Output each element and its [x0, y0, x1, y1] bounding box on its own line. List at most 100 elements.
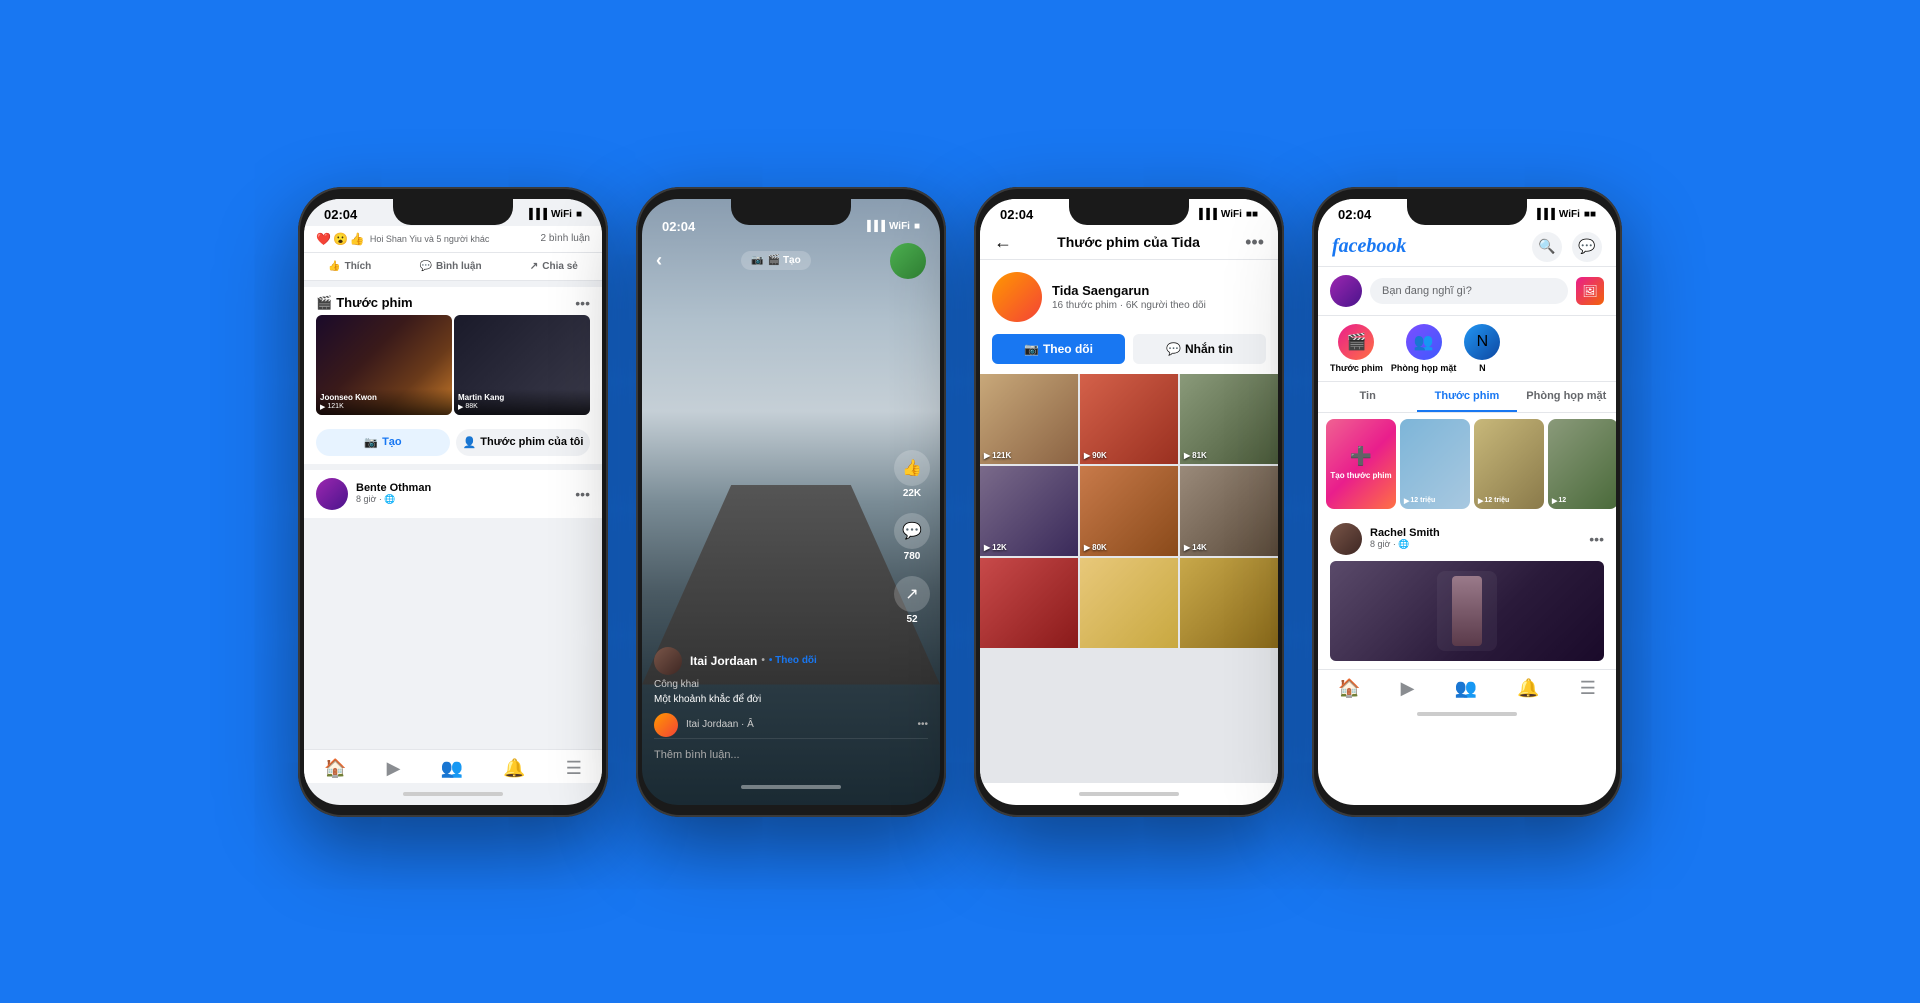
action-bar-1: 👍 Thích 💬 Bình luận ↗ Chia sẻ [304, 252, 602, 281]
nav-bell-4[interactable]: 🔔 [1517, 678, 1539, 699]
grid-cell-4[interactable]: ▶ 12K [980, 466, 1078, 556]
photo-video-icon[interactable]: 🖼 [1576, 277, 1604, 305]
nav-menu-1[interactable]: ☰ [566, 758, 582, 779]
cell-views-4: ▶ 12K [984, 543, 1007, 552]
comment-input-placeholder[interactable]: Thêm bình luận... [654, 749, 740, 761]
reels-title: 🎬 Thước phim [316, 295, 413, 311]
grid-cell-5[interactable]: ▶ 80K [1080, 466, 1178, 556]
back-button-3[interactable]: ← [994, 232, 1012, 253]
create-reel-card[interactable]: ➕ Tạo thước phim [1326, 419, 1396, 509]
p2-header-controls: ‹ 📷 🎬 Tạo [642, 235, 940, 287]
grid-cell-3[interactable]: ▶ 81K [1180, 374, 1278, 464]
post-more-icon[interactable]: ••• [575, 486, 590, 502]
shortcut-rooms[interactable]: 👥 Phòng họp mặt [1391, 324, 1457, 373]
nav-reels-1[interactable]: ▶ [387, 758, 401, 779]
nav-people-4[interactable]: 👥 [1455, 678, 1477, 699]
my-videos-button[interactable]: 👤 Thước phim của tôi [456, 429, 590, 456]
tab-reels[interactable]: Thước phim [1417, 382, 1516, 412]
video-card-1[interactable]: ▶ 12 triệu [1400, 419, 1470, 509]
phone-1-content: ❤️ 😮 👍 Hoi Shan Yiu và 5 người khác 2 bì… [304, 226, 602, 749]
status-icons-4: ▐▐▐ WiFi ■■ [1534, 209, 1596, 220]
phone-3-screen: 02:04 ▐▐▐ WiFi ■■ ← Thước phim của Tida … [980, 199, 1278, 805]
nav-home-1[interactable]: 🏠 [324, 758, 346, 779]
nav-bell-1[interactable]: 🔔 [503, 758, 525, 779]
creator-name: Itai Jordaan • • Theo dõi [690, 654, 817, 668]
rachel-video-preview[interactable] [1330, 561, 1604, 661]
share-label: Chia sẻ [542, 261, 578, 272]
tab-tin[interactable]: Tin [1318, 382, 1417, 412]
video-info-2: Martin Kang ▶ 88K [454, 389, 590, 415]
profile-action-buttons: 📷 Theo dõi 💬 Nhắn tin [980, 334, 1278, 374]
notch-1 [393, 199, 513, 225]
profile-name: Tida Saengarun [1052, 283, 1266, 298]
creator-avatar-2[interactable] [890, 243, 926, 279]
tab-rooms[interactable]: Phòng họp mặt [1517, 382, 1616, 412]
search-icon-4[interactable]: 🔍 [1532, 232, 1562, 262]
share-button[interactable]: ↗ Chia sẻ [522, 257, 586, 276]
nav-people-1[interactable]: 👥 [441, 758, 463, 779]
grid-cell-2[interactable]: ▶ 90K [1080, 374, 1178, 464]
status-icons-2: ▐▐▐ WiFi ■ [864, 221, 920, 232]
camera-icon-2: 📷 [751, 255, 763, 266]
comments-count: 2 bình luận [541, 233, 591, 244]
like-button[interactable]: 👍 Thích [320, 257, 379, 276]
time-3: 02:04 [1000, 207, 1033, 222]
follow-button[interactable]: 📷 Theo dõi [992, 334, 1125, 364]
clapper-icon: 🎬 [316, 295, 332, 311]
create-reel-label: Tạo thước phim [1330, 471, 1391, 481]
like-action[interactable]: 👍 22K [894, 450, 930, 499]
comment-icon: 💬 [420, 261, 432, 272]
back-button-2[interactable]: ‹ [656, 250, 662, 271]
my-videos-label: Thước phim của tôi [480, 436, 583, 448]
shortcut-other[interactable]: N N [1464, 324, 1500, 373]
video-thumb-1[interactable]: Joonseo Kwon ▶ 121K [316, 315, 452, 415]
more-options-icon[interactable]: ••• [575, 295, 590, 311]
video-name-2: Martin Kang [458, 393, 586, 402]
home-bar-2 [741, 785, 841, 789]
shortcut-reels[interactable]: 🎬 Thước phim [1330, 324, 1383, 373]
more-options-3[interactable]: ••• [1245, 232, 1264, 253]
grid-cell-9[interactable] [1180, 558, 1278, 648]
profile-video-grid: ▶ 121K ▶ 90K ▶ 81K [980, 374, 1278, 783]
phone-1: 02:04 ▐▐▐ WiFi ■ ❤️ 😮 👍 Hoi Shan Yiu và … [298, 187, 608, 817]
grid-cell-1[interactable]: ▶ 121K [980, 374, 1078, 464]
share-action[interactable]: ↗ 52 [894, 576, 930, 625]
video-thumb-2[interactable]: Martin Kang ▶ 88K [454, 315, 590, 415]
create-reel-button[interactable]: 📷 🎬 Tạo [741, 251, 810, 270]
status-icons-1: ▐▐▐ WiFi ■ [526, 209, 582, 220]
reaction-bar: ❤️ 😮 👍 Hoi Shan Yiu và 5 người khác 2 bì… [304, 226, 602, 252]
nav-home-4[interactable]: 🏠 [1338, 678, 1360, 699]
poster-avatar [1330, 523, 1362, 555]
comment-action[interactable]: 💬 780 [894, 513, 930, 562]
reels-label: Thước phim [336, 295, 412, 310]
rooms-shortcut-icon: 👥 [1406, 324, 1442, 360]
grid-cell-6[interactable]: ▶ 14K [1180, 466, 1278, 556]
nav-menu-4[interactable]: ☰ [1580, 678, 1596, 699]
post-more-icon-4[interactable]: ••• [1589, 531, 1604, 547]
thumbs-up-icon-2: 👍 [894, 450, 930, 486]
phone-4-screen: 02:04 ▐▐▐ WiFi ■■ facebook 🔍 💬 B [1318, 199, 1616, 805]
more-comments-icon[interactable]: ••• [917, 719, 928, 730]
messenger-icon-4[interactable]: 💬 [1572, 232, 1602, 262]
play-icon-1: ▶ [320, 403, 325, 411]
signal-icon-2: ▐▐▐ [864, 221, 885, 232]
verified-dot: • [761, 655, 765, 666]
video-caption: Một khoảnh khắc để đời [654, 694, 880, 705]
videos-grid-1: Joonseo Kwon ▶ 121K Martin Kang [304, 315, 602, 423]
play-icon-cell-1: ▶ [984, 451, 990, 460]
profile-section: Tida Saengarun 16 thước phim · 6K người … [980, 260, 1278, 334]
grid-cell-8[interactable] [1080, 558, 1178, 648]
post-input[interactable]: Bạn đang nghĩ gì? [1370, 278, 1568, 304]
create-button[interactable]: 📷 Tạo [316, 429, 450, 456]
header-icons-4: 🔍 💬 [1532, 232, 1602, 262]
grid-cell-7[interactable] [980, 558, 1078, 648]
comment-button[interactable]: 💬 Bình luận [412, 257, 490, 276]
nav-reels-4[interactable]: ▶ [1401, 678, 1415, 699]
wow-emoji: 😮 [333, 232, 348, 246]
create-label-2: 🎬 Tạo [768, 255, 801, 266]
follow-label[interactable]: • Theo dõi [769, 655, 817, 666]
video-card-3[interactable]: ▶ 12 [1548, 419, 1616, 509]
video-card-2[interactable]: ▶ 12 triệu [1474, 419, 1544, 509]
battery-icon: ■ [576, 209, 582, 220]
message-button[interactable]: 💬 Nhắn tin [1133, 334, 1266, 364]
